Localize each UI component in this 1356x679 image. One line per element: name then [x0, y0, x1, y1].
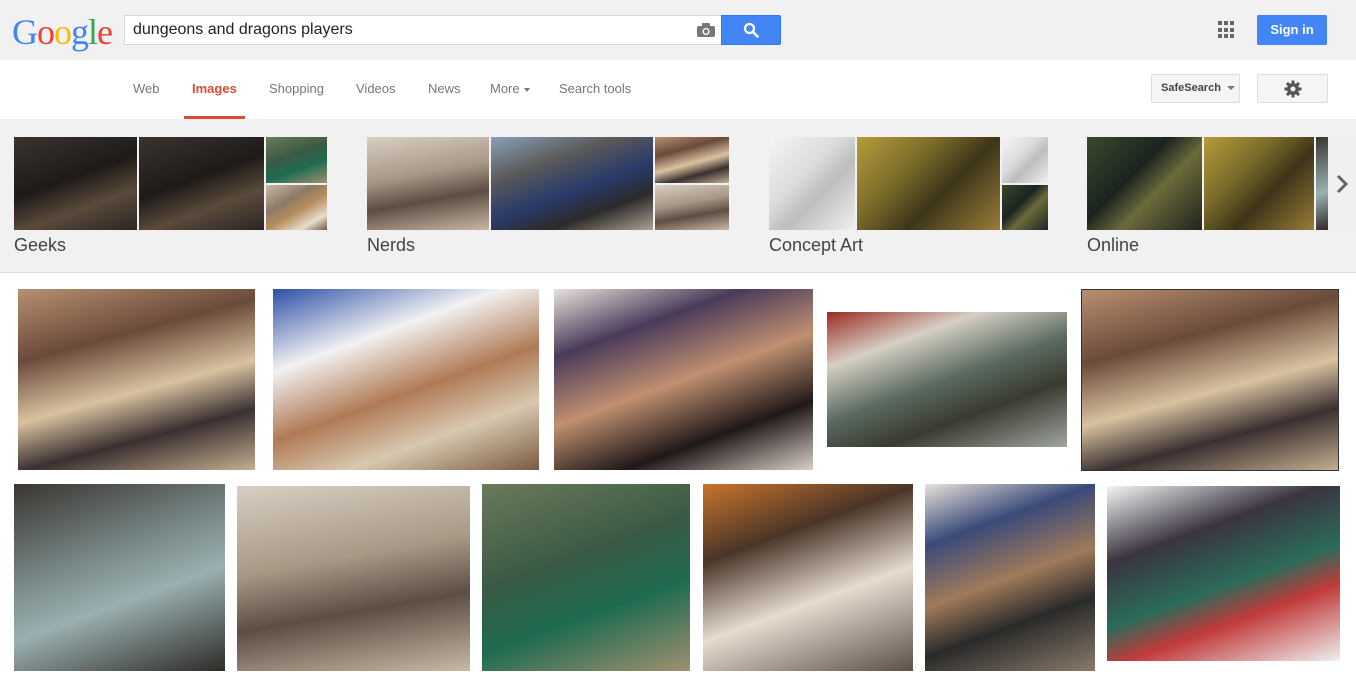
tab-images[interactable]: Images [184, 60, 245, 119]
tab-more-label: More [490, 81, 520, 96]
related-categories: Geeks Nerds Concept Art Online [0, 119, 1356, 273]
logo-letter: o [37, 12, 55, 52]
camera-icon[interactable] [697, 23, 715, 37]
tab-search-tools[interactable]: Search tools [559, 60, 631, 119]
category-thumbnail [139, 137, 264, 230]
category-thumbnail [367, 137, 489, 230]
tab-images-label: Images [192, 81, 237, 96]
category-thumbnail [266, 185, 327, 230]
image-result[interactable] [273, 289, 539, 470]
safesearch-dropdown[interactable]: SafeSearch [1151, 74, 1240, 103]
category-online[interactable]: Online [1087, 137, 1328, 255]
chevron-right-icon [1336, 174, 1348, 193]
apps-grid-icon[interactable] [1218, 21, 1236, 39]
category-nerds[interactable]: Nerds [367, 137, 729, 255]
search-input[interactable] [125, 16, 685, 44]
image-result[interactable] [1107, 486, 1340, 661]
logo-letter: g [71, 12, 89, 52]
logo-letter: o [54, 12, 72, 52]
settings-button[interactable] [1257, 74, 1328, 103]
search-icon [743, 22, 759, 38]
category-thumbnail [491, 137, 653, 230]
top-bar: G o o g l e Sign in [0, 0, 1356, 60]
search-nav: Web Images Shopping Videos News More Sea… [0, 60, 1356, 119]
next-categories-button[interactable] [1328, 137, 1356, 230]
tab-web[interactable]: Web [133, 60, 160, 119]
category-thumbnail [769, 137, 855, 230]
image-result[interactable] [18, 289, 255, 470]
gear-icon [1284, 80, 1301, 97]
image-result[interactable] [237, 486, 470, 671]
category-thumbnail [1087, 137, 1202, 230]
image-result[interactable] [554, 289, 813, 470]
search-button[interactable] [721, 15, 781, 45]
category-geeks[interactable]: Geeks [14, 137, 327, 255]
image-result[interactable] [703, 484, 913, 671]
safesearch-label: SafeSearch [1161, 82, 1221, 94]
image-result[interactable] [1081, 289, 1339, 471]
category-label: Online [1087, 235, 1140, 255]
google-logo[interactable]: G o o g l e [12, 11, 113, 52]
sign-in-button[interactable]: Sign in [1257, 15, 1327, 45]
tab-more[interactable]: More [490, 60, 530, 119]
category-thumbnail [655, 137, 729, 183]
category-label: Concept Art [769, 235, 864, 255]
chevron-down-icon [1226, 86, 1235, 91]
category-thumbnail [1204, 137, 1314, 230]
category-thumbnail [857, 137, 1000, 230]
image-result[interactable] [482, 484, 690, 671]
category-concept-art[interactable]: Concept Art [769, 137, 1048, 255]
logo-letter: l [88, 12, 98, 52]
category-thumbnail [655, 185, 729, 230]
category-thumbnail [1002, 137, 1048, 183]
search-box [124, 15, 721, 45]
category-label: Geeks [14, 235, 67, 255]
image-result[interactable] [14, 484, 225, 671]
logo-letter: G [12, 12, 38, 52]
tab-shopping[interactable]: Shopping [269, 60, 324, 119]
category-thumbnail [14, 137, 137, 230]
image-result[interactable] [925, 484, 1095, 671]
tab-news[interactable]: News [428, 60, 461, 119]
image-result[interactable] [827, 312, 1067, 447]
image-results-grid [0, 274, 1356, 679]
category-thumbnail [1002, 185, 1048, 230]
chevron-down-icon [523, 87, 530, 92]
logo-letter: e [97, 12, 113, 52]
category-thumbnail [266, 137, 327, 183]
tab-videos[interactable]: Videos [356, 60, 396, 119]
category-thumbnail [1316, 137, 1328, 230]
category-label: Nerds [367, 235, 416, 255]
